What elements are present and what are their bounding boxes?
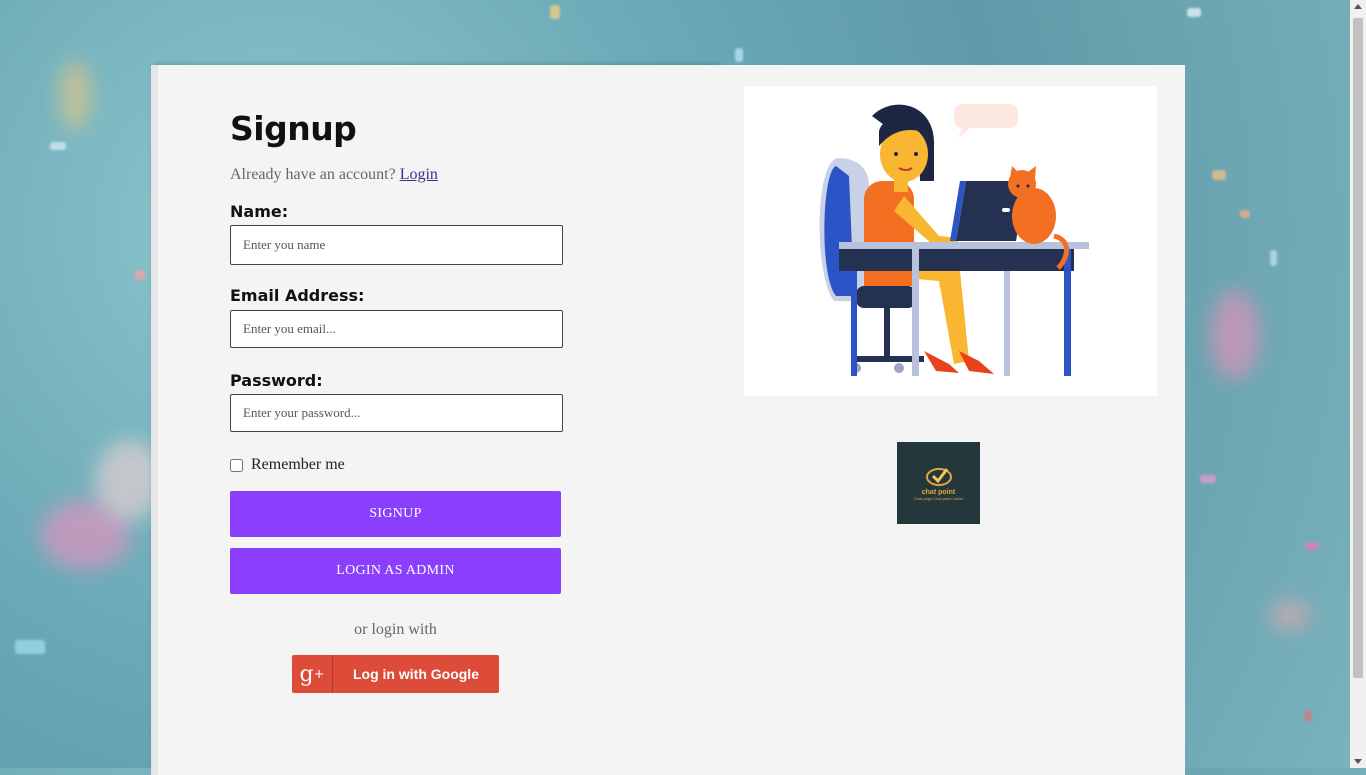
- page-scrollbar[interactable]: [1350, 0, 1366, 768]
- signup-card: Signup Already have an account? Login Na…: [151, 65, 716, 775]
- scroll-up-arrow-icon[interactable]: [1354, 4, 1362, 9]
- remember-me-checkbox[interactable]: [230, 458, 243, 472]
- google-login-button[interactable]: g + Log in with Google: [292, 655, 499, 693]
- have-account-text: Already have an account? Login: [230, 166, 438, 184]
- or-login-with-text: or login with: [354, 621, 437, 638]
- checkmark-logo-icon: [925, 468, 952, 486]
- remember-me-label: Remember me: [251, 456, 345, 473]
- login-as-admin-button[interactable]: LOGIN AS ADMIN: [230, 548, 561, 594]
- google-plus-icon: g +: [292, 655, 333, 693]
- remember-me: Remember me: [230, 456, 345, 474]
- logo-tagline: Chat page Chat point online: [913, 496, 964, 501]
- logo-brand-text: chat point: [921, 489, 956, 496]
- card-edge: [151, 65, 158, 775]
- scrollbar-thumb[interactable]: [1353, 18, 1363, 678]
- signup-button[interactable]: SIGNUP: [230, 491, 561, 537]
- google-login-label: Log in with Google: [353, 666, 479, 682]
- email-label: Email Address:: [230, 286, 365, 305]
- illustration-panel: chat point Chat page Chat point online: [716, 65, 1185, 775]
- password-input[interactable]: [230, 394, 563, 432]
- password-label: Password:: [230, 371, 323, 390]
- woman-at-desk-illustration: [744, 86, 1157, 396]
- illustration-svg: [819, 104, 1089, 376]
- email-input[interactable]: [230, 310, 563, 348]
- name-label: Name:: [230, 202, 289, 221]
- login-link[interactable]: Login: [400, 166, 438, 183]
- scroll-down-arrow-icon[interactable]: [1354, 759, 1362, 764]
- have-account-label: Already have an account?: [230, 166, 396, 183]
- page-title: Signup: [230, 109, 357, 148]
- google-g-glyph: g: [299, 661, 314, 687]
- name-input[interactable]: [230, 225, 563, 265]
- chat-point-logo: chat point Chat page Chat point online: [897, 442, 980, 524]
